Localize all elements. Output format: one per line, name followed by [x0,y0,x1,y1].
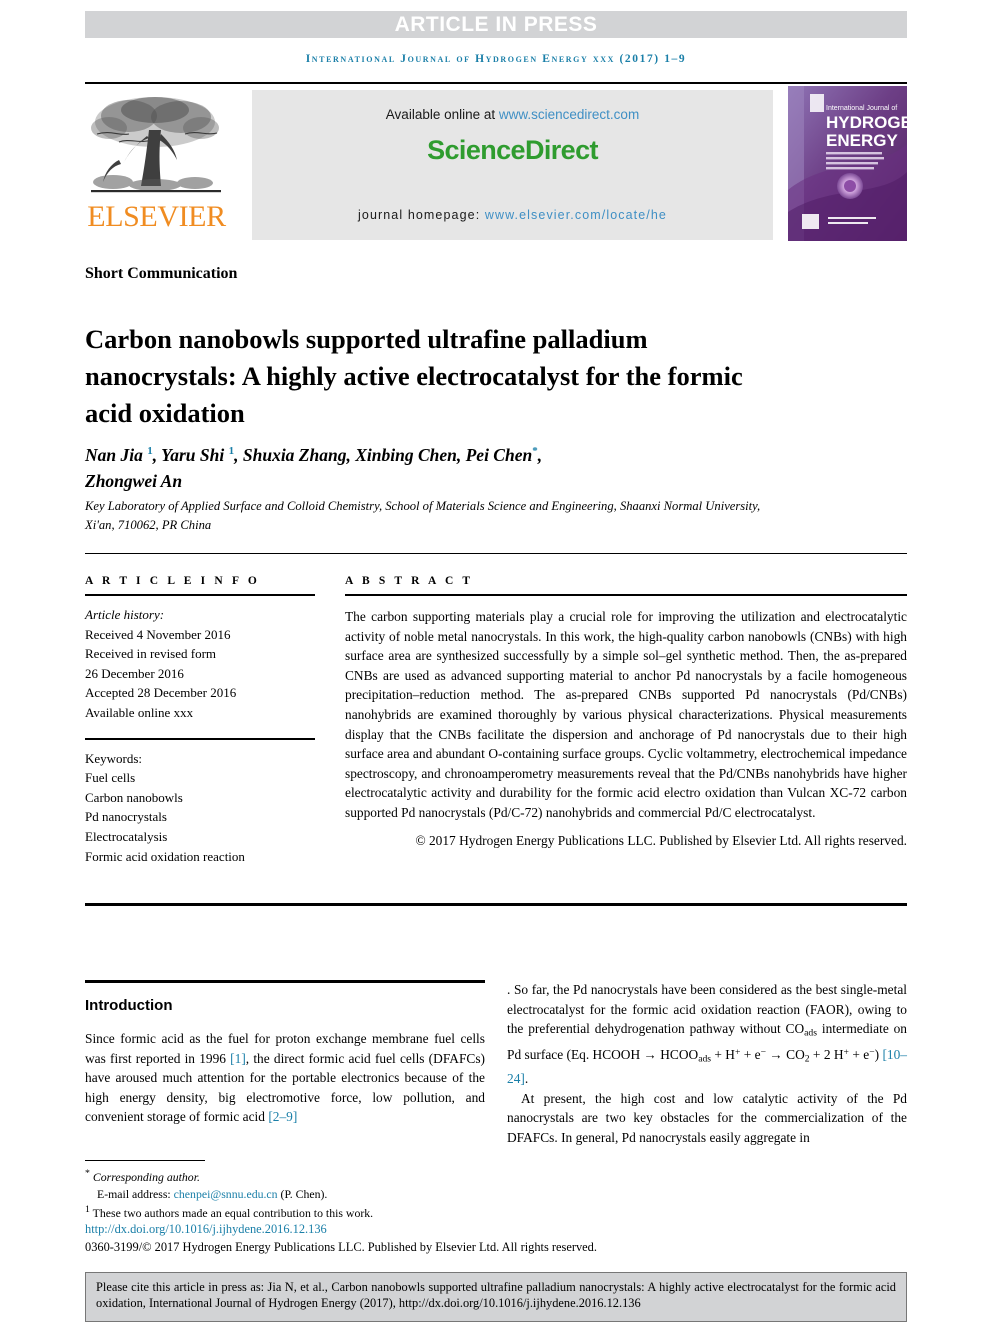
author-affiliation: Key Laboratory of Applied Surface and Co… [85,499,761,532]
footnote-one-mark: 1 [85,1204,90,1216]
sciencedirect-banner: Available online at www.sciencedirect.co… [252,90,773,240]
author-last: Zhongwei An [85,470,183,491]
introduction-heading: Introduction [85,997,173,1014]
abstract-heading: A B S T R A C T [345,575,474,587]
intro-sub-ads-1: ads [804,1027,817,1039]
footnote-email-label: E-mail address: [97,1186,174,1201]
journal-cover-artwork: International Journal of HYDROGEN ENERGY [788,86,907,241]
abstract-column: A B S T R A C T The carbon supporting ma… [345,575,907,850]
journal-homepage-link[interactable]: www.elsevier.com/locate/he [485,208,667,222]
available-online-line: Available online at www.sciencedirect.co… [252,107,773,122]
article-in-press-label: ARTICLE IN PRESS [394,12,598,36]
sciencedirect-wordmark: ScienceDirect [252,135,773,166]
history-item-3: Accepted 28 December 2016 [85,685,237,701]
author-rest: , Shuxia Zhang, Xinbing Chen, Pei Chen [234,444,533,465]
article-history-block: Article history: Received 4 November 201… [85,605,315,723]
body-column-left: Introduction Since formic acid as the fu… [85,980,485,1127]
article-history-label: Article history: [85,607,165,622]
article-info-underline [85,594,315,596]
elsevier-logo: ELSEVIER [85,90,228,240]
journal-masthead: ELSEVIER Available online at www.science… [85,82,907,242]
author-1: Nan Jia [85,444,148,465]
keyword-1: Carbon nanobowls [85,789,183,805]
footnote-equal-text: These two authors made an equal contribu… [92,1206,374,1221]
abstract-text: The carbon supporting materials play a c… [345,609,907,820]
article-type-label: Short Communication [85,265,238,282]
abstract-copyright: © 2017 Hydrogen Energy Publications LLC.… [415,832,907,848]
history-item-4: Available online xxx [85,704,194,720]
footnote-email-link[interactable]: chenpei@snnu.edu.cn [174,1187,278,1201]
journal-homepage-prefix: journal homepage: [358,208,485,222]
intro-sub-ads-2: ads [698,1053,712,1065]
rule-below-abstract [85,903,907,906]
footnote-corresponding: * Corresponding author. [85,1166,505,1186]
author-comma: , [537,444,543,465]
journal-running-head: International Journal of Hydrogen Energy… [305,53,687,65]
footnote-block: * Corresponding author. E-mail address: … [85,1166,505,1222]
article-info-column: A R T I C L E I N F O Article history: R… [85,575,315,866]
footnote-equal-contribution: 1 These two authors made an equal contri… [85,1202,505,1222]
page-title: Carbon nanobowls supported ultrafine pal… [85,323,743,428]
citation-ref-1[interactable]: [1] [230,1051,246,1066]
intro-p1-seg11: . [524,1071,529,1087]
keyword-4: Formic acid oxidation reaction [85,848,245,864]
keywords-block: Keywords: Fuel cells Carbon nanobowls Pd… [85,749,315,867]
article-info-heading: A R T I C L E I N F O [85,575,260,587]
cover-line2: HYDROGEN [826,113,907,132]
history-item-0: Received 4 November 2016 [85,626,231,642]
cite-this-article-text: Please cite this article in press as: Ji… [96,1280,896,1311]
intro-p1-seg8: + 2 H [809,1047,844,1063]
elsevier-tree-icon [91,97,221,193]
rule-above-abstract [85,553,907,554]
keyword-0: Fuel cells [85,770,136,786]
intro-p1-seg5: + H [711,1047,735,1063]
author-sep-1: , Yaru Shi [152,444,229,465]
cover-line3: ENERGY [826,131,898,150]
cite-this-article-box: Please cite this article in press as: Ji… [85,1272,907,1322]
keyword-2: Pd nanocrystals [85,809,167,825]
doi-link[interactable]: http://dx.doi.org/10.1016/j.ijhydene.201… [85,1222,327,1237]
intro-p1-seg7: → CO [766,1047,805,1063]
intro-p1-seg9: + e [848,1047,870,1063]
body-column-right: . So far, the Pd nanocrystals have been … [507,980,907,1147]
sciencedirect-wordmark-text: ScienceDirect [427,135,598,165]
paper-page: ARTICLE IN PRESS International Journal o… [0,0,992,1323]
introduction-paragraph-1: Since formic acid as the fuel for proton… [85,1029,485,1127]
cover-line1: International Journal of [826,105,897,112]
sciencedirect-link[interactable]: www.sciencedirect.com [499,107,639,122]
footnote-star-mark: * [85,1168,90,1179]
keyword-3: Electrocatalysis [85,828,168,844]
introduction-paragraph-1-continued: . So far, the Pd nanocrystals have been … [507,980,907,1089]
journal-homepage-line: journal homepage: www.elsevier.com/locat… [252,208,773,222]
footnote-email-suffix: (P. Chen). [277,1186,328,1201]
available-online-prefix: Available online at [385,107,499,122]
elsevier-wordmark: ELSEVIER [87,200,226,233]
introduction-rule [85,980,485,983]
author-list: Nan Jia 1, Yaru Shi 1, Shuxia Zhang, Xin… [85,438,805,494]
intro-p1-seg6: + e [740,1047,761,1063]
footnote-divider [85,1160,205,1161]
abstract-underline [345,594,907,596]
history-item-1: Received in revised form [85,646,217,662]
citation-ref-2[interactable]: [2–9] [268,1109,297,1124]
history-item-2: 26 December 2016 [85,665,184,681]
footnote-corresponding-label: Corresponding author. [92,1169,200,1184]
footnote-email: E-mail address: chenpei@snnu.edu.cn (P. … [85,1186,505,1203]
keywords-label: Keywords: [85,750,143,766]
issn-copyright-line: 0360-3199/© 2017 Hydrogen Energy Publica… [85,1240,597,1254]
introduction-paragraph-2: At present, the high cost and low cataly… [507,1090,907,1145]
journal-cover-thumbnail: International Journal of HYDROGEN ENERGY [788,86,907,241]
keywords-divider [85,737,315,740]
article-in-press-banner: ARTICLE IN PRESS [85,11,907,38]
